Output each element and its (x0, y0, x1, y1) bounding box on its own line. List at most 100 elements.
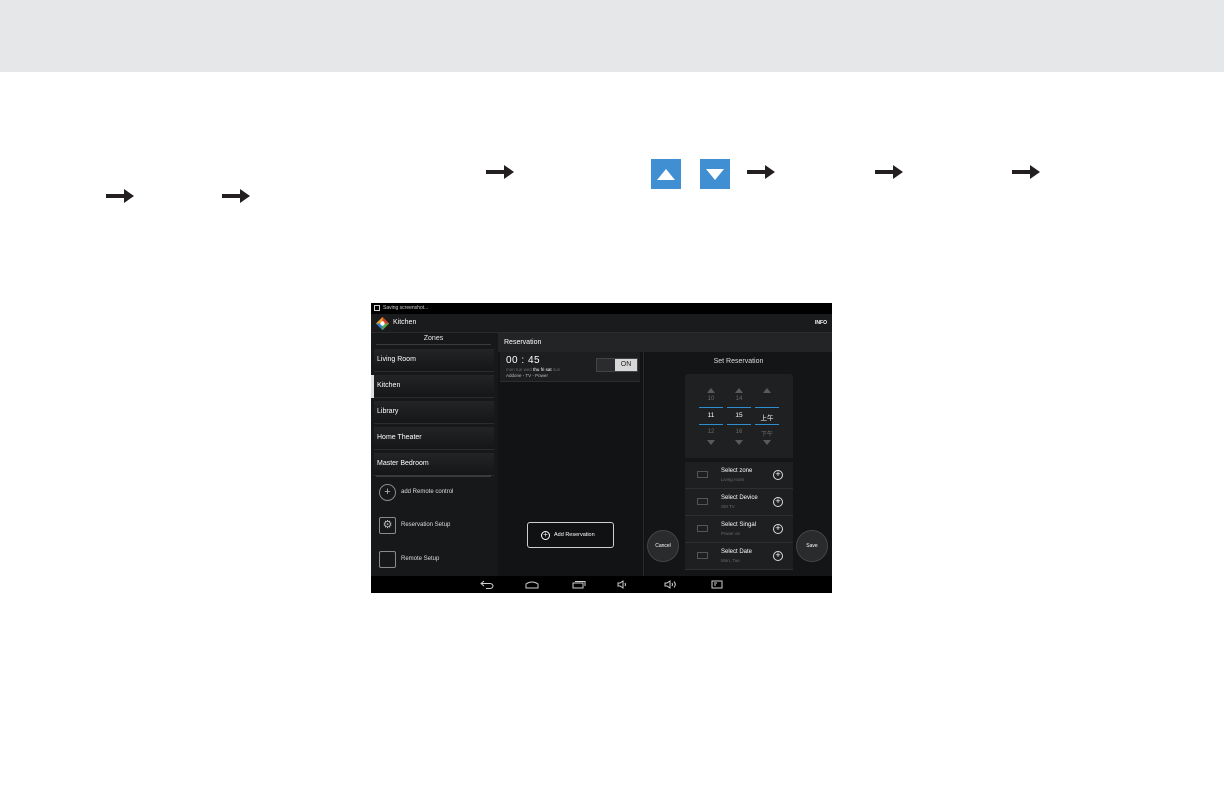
chevron-down-icon[interactable] (763, 440, 771, 445)
envelope-icon (697, 552, 708, 559)
reservation-header: Reservation (504, 339, 542, 346)
chevron-up-icon[interactable] (707, 388, 715, 393)
picker-value-selected: 上午 (760, 415, 774, 422)
status-text: Saving screenshot... (383, 305, 429, 311)
zone-item-kitchen[interactable]: Kitchen (371, 375, 494, 398)
add-reservation-label: Add Reservation (554, 532, 595, 538)
remote-icon (379, 551, 396, 568)
plus-circle-icon[interactable]: + (773, 497, 783, 507)
zones-panel: Zones Living Room Kitchen Library Home T… (371, 333, 498, 576)
cancel-button[interactable]: Cancel (647, 530, 679, 562)
screenshot-icon[interactable] (710, 580, 724, 589)
picker-value: 10 (707, 396, 715, 402)
picker-value-selected: 11 (707, 412, 715, 419)
recent-apps-icon[interactable] (572, 580, 586, 589)
header-band (0, 0, 1224, 72)
divider (755, 424, 779, 425)
down-arrow-button-icon (700, 159, 730, 189)
screenshot-icon (374, 305, 380, 311)
reservation-list: 00 : 45 mon tue wed thu fri sat sun Addo… (498, 352, 644, 576)
select-title: Select Device (721, 495, 758, 501)
select-date-row[interactable]: Select Date Mon, Tue + (685, 543, 793, 570)
minute-column[interactable]: 14 15 16 (727, 374, 751, 458)
volume-down-icon[interactable] (617, 580, 631, 589)
page: Saving screenshot... Kitchen INFO Zones … (0, 0, 1224, 792)
zone-label: Home Theater (377, 434, 422, 441)
right-arrow-icon (875, 165, 903, 179)
picker-value: 12 (707, 429, 715, 435)
reservation-time: 00 : 45 (506, 355, 541, 366)
select-value: Mon, Tue (721, 558, 740, 563)
back-icon[interactable] (480, 580, 494, 589)
zone-label: Library (377, 408, 399, 415)
zone-item-home-theater[interactable]: Home Theater (374, 427, 494, 450)
select-value: SM TV (721, 504, 735, 509)
add-reservation-button[interactable]: + Add Reservation (527, 522, 614, 548)
tablet-screenshot: Saving screenshot... Kitchen INFO Zones … (371, 303, 832, 593)
app-logo-icon (376, 317, 389, 330)
select-zone-row[interactable]: Select zone Living room + (685, 462, 793, 489)
action-bar: Kitchen INFO (371, 314, 832, 333)
app-title: Kitchen (393, 319, 417, 326)
right-arrow-icon (222, 189, 250, 203)
zone-label: Master Bedroom (377, 460, 429, 467)
day-thu: thu (533, 367, 540, 372)
chevron-up-icon[interactable] (763, 388, 771, 393)
day-sat: sat (545, 367, 552, 372)
divider (699, 424, 723, 425)
picker-value: 16 (735, 429, 743, 435)
picker-value-selected: 15 (735, 412, 743, 419)
reservation-toggle[interactable]: ON (596, 358, 638, 372)
envelope-icon (697, 471, 708, 478)
select-title: Select Date (721, 549, 753, 555)
chevron-up-icon[interactable] (735, 388, 743, 393)
remote-setup-button[interactable]: Remote Setup (379, 551, 491, 569)
save-button[interactable]: Save (796, 530, 828, 562)
time-picker[interactable]: 10 11 12 14 15 16 上午 下午 (685, 374, 793, 458)
select-title: Select zone (721, 468, 753, 474)
select-signal-row[interactable]: Select Singal Power on + (685, 516, 793, 543)
right-arrow-icon (1012, 165, 1040, 179)
reservation-header-bar: Reservation (498, 333, 832, 352)
zone-item-master-bedroom[interactable]: Master Bedroom (374, 453, 494, 476)
select-value: Power on (721, 531, 741, 536)
zones-header: Zones (376, 335, 491, 345)
divider (376, 475, 491, 477)
set-reservation-title: Set Reservation (713, 358, 764, 365)
select-device-row[interactable]: Select Device SM TV + (685, 489, 793, 516)
chevron-down-icon[interactable] (707, 440, 715, 445)
reservation-description: Addone - TV - Power (506, 373, 548, 378)
plus-circle-icon[interactable]: + (773, 551, 783, 561)
select-title: Select Singal (721, 522, 757, 528)
divider (727, 407, 751, 408)
right-arrow-icon (747, 165, 775, 179)
envelope-icon (697, 498, 708, 505)
info-button[interactable]: INFO (815, 320, 827, 326)
zone-label: Living Room (377, 356, 416, 363)
plus-circle-icon[interactable]: + (773, 524, 783, 534)
reservation-setup-button[interactable]: ⚙ Reservation Setup (379, 517, 491, 535)
right-arrow-icon (486, 165, 514, 179)
volume-up-icon[interactable] (664, 580, 678, 589)
up-arrow-button-icon (651, 159, 681, 189)
chevron-down-icon[interactable] (735, 440, 743, 445)
status-bar: Saving screenshot... (371, 303, 832, 314)
hour-column[interactable]: 10 11 12 (699, 374, 723, 458)
zone-item-library[interactable]: Library (374, 401, 494, 424)
day-sun: sun (552, 367, 561, 372)
add-remote-control-button[interactable]: + add Remote control (379, 484, 491, 502)
reservation-item[interactable]: 00 : 45 mon tue wed thu fri sat sun Addo… (500, 352, 640, 382)
divider (755, 407, 779, 408)
home-icon[interactable] (525, 580, 539, 589)
navigation-bar (371, 576, 832, 593)
day-wed: wed (523, 367, 532, 372)
zone-item-living-room[interactable]: Living Room (374, 349, 494, 372)
reservation-days: mon tue wed thu fri sat sun (506, 367, 560, 372)
toggle-label: ON (615, 359, 637, 371)
set-reservation-panel: Set Reservation 10 11 12 14 15 16 上午 下午 … (645, 352, 832, 576)
picker-value: 14 (735, 396, 743, 402)
plus-circle-icon: + (379, 484, 396, 501)
plus-circle-icon[interactable]: + (773, 470, 783, 480)
menu-label: add Remote control (401, 489, 454, 495)
ampm-column[interactable]: 上午 下午 (755, 374, 779, 458)
